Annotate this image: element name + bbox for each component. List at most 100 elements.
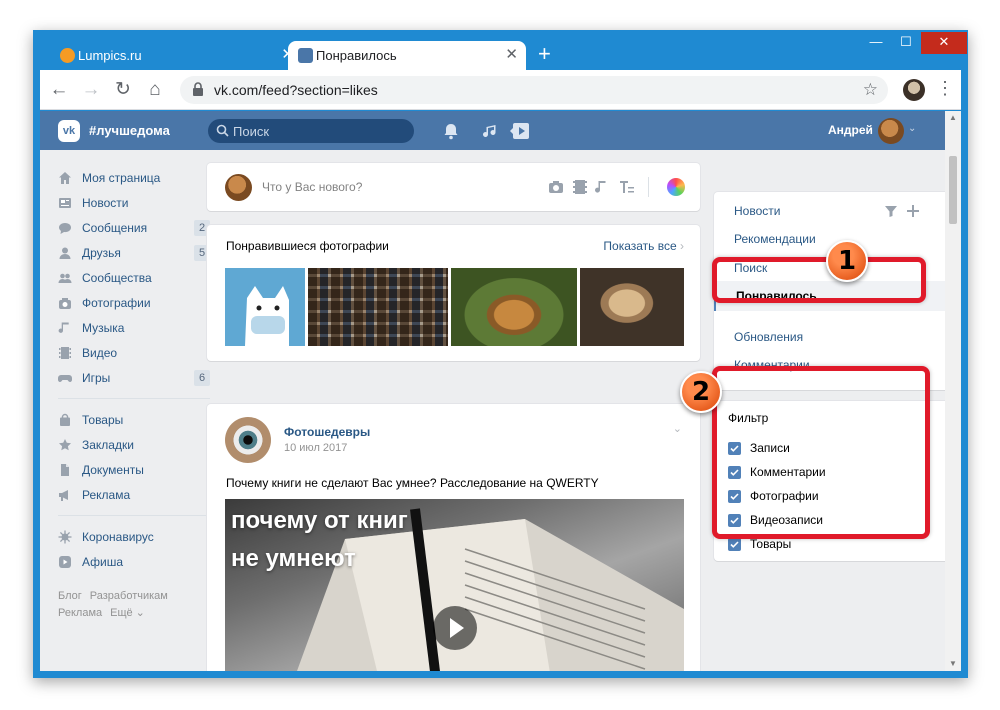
liked-photo-thumb[interactable]: [225, 268, 305, 346]
messages-icon: [58, 221, 72, 235]
liked-photo-thumb[interactable]: [308, 268, 448, 346]
nav-count-badge: 6: [194, 370, 210, 386]
footer-link[interactable]: Блог: [58, 590, 82, 602]
compose-card: Что у Вас нового?: [207, 163, 700, 211]
step-badge-2: 2: [680, 371, 722, 413]
left-nav-item[interactable]: Сообщения 2: [58, 215, 210, 240]
left-nav-item[interactable]: Моя страница: [58, 165, 210, 190]
browser-menu-icon[interactable]: ⋮: [936, 78, 954, 99]
minimize-button[interactable]: —: [861, 32, 891, 54]
left-nav-item[interactable]: Друзья 5: [58, 240, 210, 265]
text-format-icon[interactable]: [619, 179, 635, 195]
left-nav-item[interactable]: Видео: [58, 340, 210, 365]
left-nav-item[interactable]: Коронавирус: [58, 524, 210, 549]
left-nav-item[interactable]: Фотографии: [58, 290, 210, 315]
post-video[interactable]: почему от книг не умнеют: [225, 499, 684, 671]
feed-section-item[interactable]: Новости: [734, 204, 780, 218]
filter-funnel-icon[interactable]: [884, 204, 898, 218]
profile-avatar[interactable]: [903, 79, 925, 101]
liked-photo-thumb[interactable]: [451, 268, 577, 346]
post-card: Фотошедевры 10 июл 2017 ⌄ Почему книги н…: [207, 404, 700, 671]
left-nav-label: Моя страница: [82, 170, 161, 185]
video-overlay-line1: почему от книг: [231, 507, 408, 534]
video-overlay-line2: не умнеют: [231, 545, 356, 572]
communities-icon: [58, 271, 72, 285]
window-close-button[interactable]: ✕: [921, 32, 967, 54]
left-nav-item[interactable]: Афиша: [58, 549, 210, 574]
maximize-button[interactable]: ☐: [891, 32, 921, 54]
left-nav-item[interactable]: Игры 6: [58, 365, 210, 390]
feed-section-item[interactable]: Обновления: [734, 330, 803, 344]
left-nav-label: Сообщества: [82, 270, 152, 285]
camera-icon[interactable]: [548, 179, 564, 195]
tab-close-icon[interactable]: ✕: [505, 46, 518, 64]
page-scrollbar[interactable]: ▲ ▼: [945, 111, 961, 671]
address-bar[interactable]: vk.com/feed?section=likes ☆: [180, 76, 888, 104]
reload-icon[interactable]: ↻: [112, 79, 134, 101]
music-icon: [58, 321, 72, 335]
camera-icon: [58, 296, 72, 310]
player-play-icon[interactable]: [510, 122, 530, 140]
home-button-icon[interactable]: ⌂: [144, 79, 166, 101]
bookmark-star-icon[interactable]: ☆: [863, 80, 878, 100]
footer-link[interactable]: Реклама: [58, 607, 102, 619]
compose-input[interactable]: Что у Вас нового?: [262, 180, 362, 194]
left-nav-label: Музыка: [82, 320, 125, 335]
left-nav-label: Видео: [82, 345, 118, 360]
forward-arrow-icon[interactable]: →: [80, 79, 102, 101]
prism-icon[interactable]: [667, 178, 685, 196]
play-icon[interactable]: [433, 606, 477, 650]
left-nav-item[interactable]: Музыка: [58, 315, 210, 340]
scrollbar-thumb[interactable]: [949, 156, 957, 224]
search-placeholder: Поиск: [233, 124, 270, 139]
music-note-icon[interactable]: [482, 122, 500, 140]
tab-lumpics[interactable]: Lumpics.ru ✕: [50, 41, 302, 70]
nav-divider: [58, 515, 210, 516]
left-nav-item[interactable]: Товары: [58, 407, 210, 432]
scroll-up-icon[interactable]: ▲: [949, 113, 957, 122]
footer-link[interactable]: Ещё ⌄: [110, 607, 145, 619]
step-badge-1: 1: [826, 240, 868, 282]
vk-search-input[interactable]: Поиск: [208, 119, 414, 143]
home-icon: [58, 171, 72, 185]
music-icon[interactable]: [595, 179, 611, 195]
liked-photos-title: Понравившиеся фотографии: [226, 239, 389, 253]
show-all-link[interactable]: Показать все ›: [603, 239, 684, 253]
liked-photos-card: Понравившиеся фотографии Показать все ›: [207, 225, 700, 361]
compose-divider: [648, 177, 649, 197]
post-author[interactable]: Фотошедевры: [284, 425, 370, 439]
video-icon[interactable]: [572, 179, 588, 195]
left-nav-item[interactable]: Закладки: [58, 432, 210, 457]
back-arrow-icon[interactable]: ←: [48, 79, 70, 101]
show-all-label: Показать все: [603, 239, 677, 253]
user-avatar[interactable]: [878, 118, 904, 144]
left-nav-item[interactable]: Реклама: [58, 482, 210, 507]
left-nav-item[interactable]: Сообщества: [58, 265, 210, 290]
vk-hashtag[interactable]: #лучшедома: [89, 123, 170, 138]
footer-link[interactable]: Разработчикам: [90, 590, 168, 602]
post-actions-icon[interactable]: ⌄: [673, 422, 682, 435]
liked-photo-thumb[interactable]: [580, 268, 684, 346]
cat-mask-image: [245, 286, 289, 346]
url-text: vk.com/feed?section=likes: [214, 82, 378, 98]
feed-section-item[interactable]: Рекомендации: [734, 232, 816, 246]
tab-title: Понравилось: [316, 48, 397, 63]
bell-icon[interactable]: [442, 122, 460, 140]
checkbox-checked-icon[interactable]: [728, 537, 741, 551]
add-icon[interactable]: [906, 204, 920, 218]
vk-header: vk #лучшедома Поиск Андрей ⌄: [40, 111, 945, 150]
chevron-down-icon[interactable]: ⌄: [908, 123, 916, 134]
left-nav-label: Новости: [82, 195, 129, 210]
left-nav-item[interactable]: Новости: [58, 190, 210, 215]
scroll-down-icon[interactable]: ▼: [949, 659, 957, 668]
post-author-avatar[interactable]: [225, 417, 271, 463]
left-nav-label: Закладки: [82, 437, 134, 452]
gamepad-icon: [58, 371, 72, 385]
vk-logo-icon[interactable]: vk: [58, 120, 80, 142]
tab-ponravilos[interactable]: Понравилось ✕: [288, 41, 526, 70]
new-tab-button[interactable]: +: [538, 43, 551, 65]
highlight-filter-panel: [712, 366, 930, 539]
vk-username[interactable]: Андрей: [828, 123, 873, 137]
left-nav-item[interactable]: Документы: [58, 457, 210, 482]
post-date[interactable]: 10 июл 2017: [284, 442, 347, 454]
